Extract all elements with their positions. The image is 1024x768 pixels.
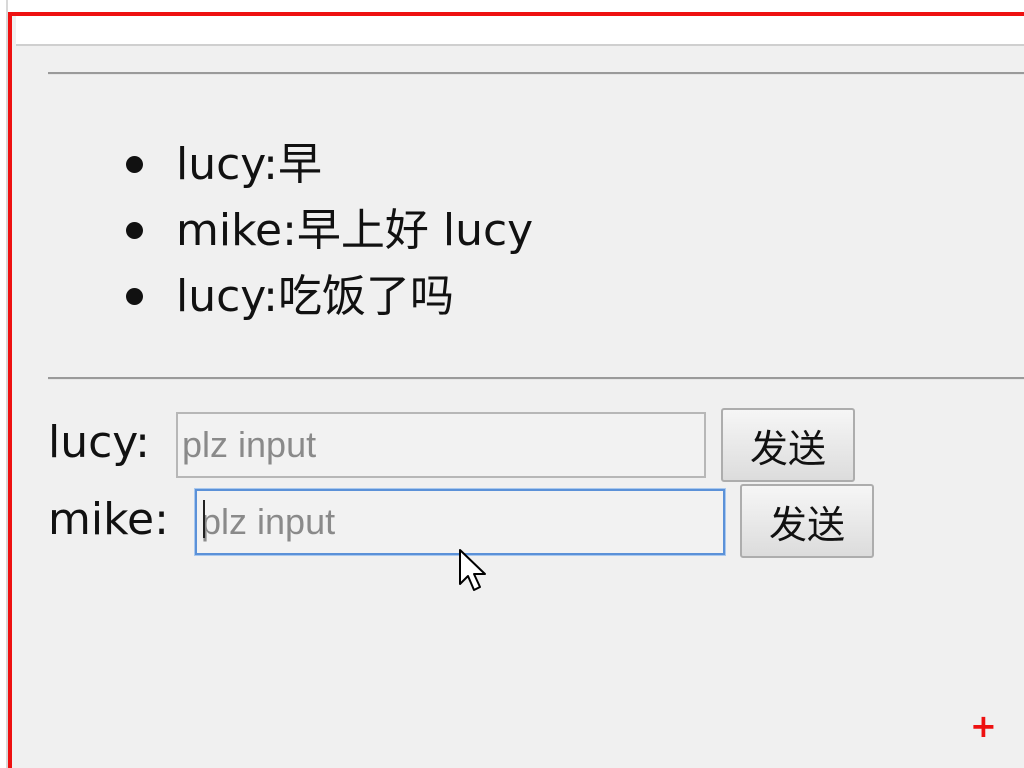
- bullet-icon: [126, 288, 143, 305]
- message-item: lucy:早: [118, 132, 533, 198]
- divider-bottom: [48, 377, 1024, 380]
- text-caret: [203, 500, 205, 538]
- mouse-pointer-icon: [459, 549, 486, 591]
- lucy-send-button[interactable]: 发送: [721, 408, 855, 482]
- message-text: lucy:早: [176, 139, 322, 190]
- message-list: lucy:早 mike:早上好 lucy lucy:吃饭了吗: [118, 132, 533, 330]
- bullet-icon: [126, 222, 143, 239]
- window-edge: [0, 0, 8, 768]
- mike-message-input[interactable]: [195, 489, 725, 555]
- plus-icon: +: [970, 707, 997, 745]
- mike-send-button[interactable]: 发送: [740, 484, 874, 558]
- divider-top: [48, 72, 1024, 75]
- lucy-label: lucy:: [48, 417, 150, 468]
- top-strip: [16, 16, 1024, 46]
- chat-page: lucy:早 mike:早上好 lucy lucy:吃饭了吗 lucy: 发送 …: [8, 12, 1024, 768]
- message-text: mike:早上好 lucy: [176, 205, 534, 256]
- message-text: lucy:吃饭了吗: [176, 271, 454, 322]
- message-item: lucy:吃饭了吗: [118, 264, 533, 330]
- bullet-icon: [126, 156, 143, 173]
- mike-label: mike:: [48, 494, 169, 545]
- lucy-message-input[interactable]: [176, 412, 706, 478]
- message-item: mike:早上好 lucy: [118, 198, 533, 264]
